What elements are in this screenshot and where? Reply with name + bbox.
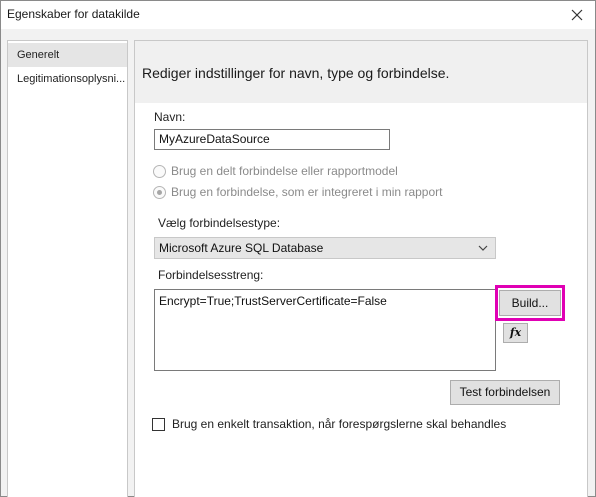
radio-embedded-connection[interactable]: Brug en forbindelse, som er integreret i… <box>153 184 442 200</box>
name-input[interactable]: MyAzureDataSource <box>154 129 390 150</box>
connection-type-select[interactable]: Microsoft Azure SQL Database <box>154 237 496 259</box>
connection-string-input[interactable]: Encrypt=True;TrustServerCertificate=Fals… <box>154 289 496 371</box>
single-transaction-option[interactable]: Brug en enkelt transaktion, når forespør… <box>152 416 506 432</box>
name-label: Navn: <box>154 110 186 124</box>
single-transaction-checkbox[interactable] <box>152 417 165 431</box>
sidebar-item-credentials[interactable]: Legitimationsoplysni... <box>8 67 127 91</box>
radio-embedded-label: Brug en forbindelse, som er integreret i… <box>171 185 443 199</box>
chevron-down-icon <box>478 245 488 251</box>
expression-button[interactable]: fx <box>503 323 528 343</box>
build-button[interactable]: Build... <box>499 290 561 316</box>
window-title: Egenskaber for datakilde <box>7 7 140 21</box>
connection-string-label: Forbindelsesstreng: <box>158 268 264 282</box>
close-button[interactable] <box>567 5 587 25</box>
title-bar: Egenskaber for datakilde <box>1 1 595 29</box>
test-connection-button[interactable]: Test forbindelsen <box>450 380 560 405</box>
connection-type-label: Vælg forbindelsestype: <box>158 216 281 230</box>
connection-type-value: Microsoft Azure SQL Database <box>159 241 324 255</box>
sidebar: Generelt Legitimationsoplysni... <box>7 40 128 497</box>
radio-shared-connection[interactable]: Brug en delt forbindelse eller rapportmo… <box>153 163 398 179</box>
data-source-properties-dialog: Egenskaber for datakilde Generelt Legiti… <box>0 0 596 497</box>
close-icon <box>571 9 583 21</box>
page-title: Rediger indstillinger for navn, type og … <box>142 65 450 81</box>
radio-button-embedded[interactable] <box>153 185 166 199</box>
radio-shared-label: Brug en delt forbindelse eller rapportmo… <box>171 164 398 178</box>
main-header: Rediger indstillinger for navn, type og … <box>135 41 587 103</box>
single-transaction-label: Brug en enkelt transaktion, når forespør… <box>172 417 507 431</box>
sidebar-item-general[interactable]: Generelt <box>8 43 127 67</box>
radio-button-shared[interactable] <box>153 164 166 178</box>
